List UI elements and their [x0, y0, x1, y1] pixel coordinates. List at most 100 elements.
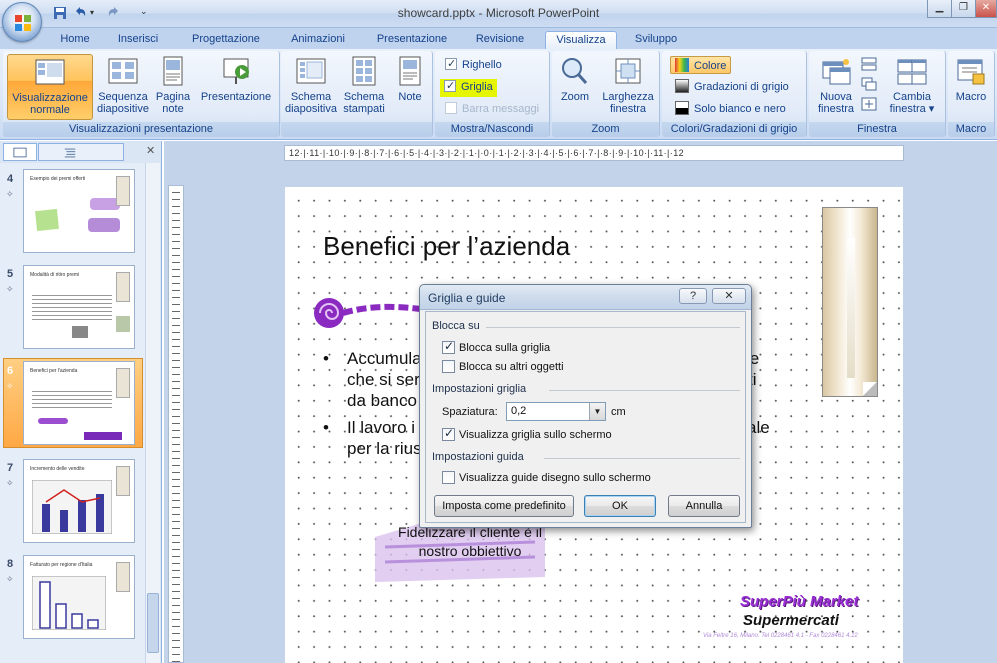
slideshow-icon — [223, 58, 249, 84]
group-macro: Macro Macro — [948, 51, 995, 137]
normal-view-label-2: normale — [30, 104, 70, 116]
tab-visualizza[interactable]: Visualizza — [545, 31, 617, 49]
supermarket-aisle-image[interactable] — [822, 207, 878, 397]
thumbnail-title: Incremento delle vendite — [30, 466, 85, 472]
horizontal-ruler[interactable]: 12·|·11·|·10·|·9·|·8·|·7·|·6·|·5·|·4·|·3… — [284, 145, 904, 161]
section-divider — [549, 390, 740, 391]
minimize-button[interactable]: ▁ — [927, 0, 952, 18]
thumbnail-image — [72, 326, 88, 338]
tab-slides[interactable] — [3, 143, 37, 161]
slide-title[interactable]: Benefici per l’azienda — [323, 231, 570, 262]
black-white-button[interactable]: Solo bianco e nero — [675, 101, 786, 119]
vertical-ruler-ticks — [172, 186, 180, 662]
thumbnail-number: 6 — [7, 365, 14, 377]
show-guides-checkbox[interactable]: Visualizza guide disegno sullo schermo — [442, 471, 651, 484]
bullet-dot: • — [323, 418, 329, 437]
show-grid-checkbox[interactable]: Visualizza griglia sullo schermo — [442, 426, 612, 441]
thumbnail-number: 4 — [7, 173, 14, 185]
group-window: Nuova finestra Cambia finestra ▾ Finestr… — [809, 51, 946, 137]
notes-page-icon — [163, 56, 183, 86]
brand-logo[interactable]: SuperPiù Market — [740, 593, 858, 610]
message-bar-label: Barra messaggi — [462, 103, 540, 115]
group-color-grayscale: Colore Gradazioni di grigio Solo bianco … — [662, 51, 807, 137]
tab-outline[interactable] — [38, 143, 124, 161]
section-divider — [486, 327, 740, 328]
snap-to-grid-check[interactable] — [442, 339, 455, 354]
fit-to-window-button[interactable]: Larghezza finestra — [598, 54, 658, 120]
zoom-button[interactable]: Zoom — [556, 54, 594, 120]
color-button[interactable]: Colore — [670, 56, 732, 74]
grayscale-button[interactable]: Gradazioni di grigio — [675, 79, 789, 97]
tab-home[interactable]: Home — [54, 31, 96, 49]
move-split-icon[interactable] — [861, 97, 877, 111]
close-button[interactable]: ✕ — [975, 0, 997, 18]
notes-page-button[interactable]: Pagina note — [153, 54, 193, 120]
notes-page-label-1: Pagina — [155, 91, 191, 103]
zoom-label: Zoom — [560, 91, 590, 103]
dialog-body: Blocca su Blocca sulla griglia Blocca su… — [425, 311, 746, 523]
set-as-default-button[interactable]: Imposta come predefinito — [434, 495, 574, 517]
tab-animazioni[interactable]: Animazioni — [282, 31, 354, 49]
bullet-text: Accumula — [347, 349, 422, 368]
thumbnail-slide-6[interactable]: Benefici per l'azienda — [23, 361, 135, 445]
ruler-checkbox[interactable]: Righello — [445, 56, 502, 75]
group-zoom: Zoom Larghezza finestra Zoom — [552, 51, 660, 137]
window-title: showcard.pptx - Microsoft PowerPoint — [397, 6, 600, 20]
restore-button[interactable]: ❐ — [951, 0, 976, 18]
handout-master-button[interactable]: Schema stampati — [339, 54, 389, 120]
cascade-icon[interactable] — [861, 77, 877, 91]
slide-master-button[interactable]: Schema diapositiva — [283, 54, 339, 120]
grid-section-label: Impostazioni griglia — [432, 383, 527, 395]
spacing-dropdown-icon[interactable]: ▼ — [589, 403, 605, 420]
show-grid-check[interactable] — [442, 426, 455, 441]
title-bar: ▾ ⌄ showcard.pptx - Microsoft PowerPoint… — [0, 0, 997, 42]
group-label-color: Colori/Gradazioni di grigio — [662, 122, 806, 137]
snap-to-grid-label: Blocca sulla griglia — [459, 342, 551, 354]
dialog-title-bar[interactable]: Griglia e guide ? ✕ — [420, 285, 751, 310]
snap-to-objects-check[interactable] — [442, 360, 455, 373]
switch-window-button[interactable]: Cambia finestra ▾ — [881, 54, 943, 120]
show-guides-check[interactable] — [442, 471, 455, 484]
tab-revisione[interactable]: Revisione — [468, 31, 532, 49]
thumbnail-slide-8[interactable]: Fatturato per regione d'Italia — [23, 555, 135, 639]
tab-inserisci[interactable]: Inserisci — [107, 31, 169, 49]
thumbnail-text-lines — [32, 292, 112, 322]
thumbnail-slide-5[interactable]: Modalità di ritiro premi — [23, 265, 135, 349]
vertical-ruler[interactable] — [168, 185, 184, 663]
snap-to-grid-checkbox[interactable]: Blocca sulla griglia — [442, 339, 551, 354]
gridlines-check-box[interactable] — [444, 78, 456, 94]
dialog-close-button[interactable]: ✕ — [712, 288, 746, 304]
scrollbar-thumb[interactable] — [147, 593, 159, 653]
slide-sorter-button[interactable]: Sequenza diapositive — [95, 54, 151, 120]
office-button[interactable] — [2, 2, 42, 42]
arrange-all-icon[interactable] — [861, 57, 877, 71]
zoom-magnifier-icon — [562, 58, 588, 84]
macro-label: Macro — [955, 91, 987, 103]
ribbon-tabs: Home Inserisci Progettazione Animazioni … — [0, 28, 997, 49]
close-pane-icon[interactable]: ✕ — [146, 144, 155, 157]
thumbnail-number: 8 — [7, 558, 14, 570]
tab-sviluppo[interactable]: Sviluppo — [624, 31, 688, 49]
notes-master-label: Note — [398, 91, 422, 103]
thumbnail-scrollbar[interactable] — [145, 163, 160, 663]
grid-guides-dialog: Griglia e guide ? ✕ Blocca su Blocca sul… — [419, 284, 752, 528]
tab-progettazione[interactable]: Progettazione — [180, 31, 272, 49]
thumbnail-slide-7[interactable]: Incremento delle vendite — [23, 459, 135, 543]
cancel-button[interactable]: Annulla — [668, 495, 740, 517]
snap-to-objects-checkbox[interactable]: Blocca su altri oggetti — [442, 360, 564, 373]
tab-presentazione[interactable]: Presentazione — [367, 31, 457, 49]
thumbnail-slide-4[interactable]: Esempio dei premi offerti — [23, 169, 135, 253]
spacing-label: Spaziatura: — [442, 406, 498, 418]
notes-master-button[interactable]: Note — [391, 54, 429, 120]
callout-text[interactable]: Fidelizzare il cliente è il nostro obbie… — [380, 523, 560, 561]
thumbnail-chart — [32, 480, 112, 534]
help-button[interactable]: ? — [679, 288, 707, 304]
macro-button[interactable]: Macro — [951, 54, 991, 120]
ok-button[interactable]: OK — [584, 495, 656, 517]
normal-view-button[interactable]: Visualizzazione normale — [7, 54, 93, 120]
new-window-button[interactable]: Nuova finestra — [813, 54, 859, 120]
thumbnail-image — [116, 176, 130, 206]
ruler-check-box[interactable] — [445, 56, 457, 72]
gridlines-checkbox[interactable]: Griglia — [440, 78, 497, 97]
slideshow-button[interactable]: Presentazione — [195, 54, 277, 120]
